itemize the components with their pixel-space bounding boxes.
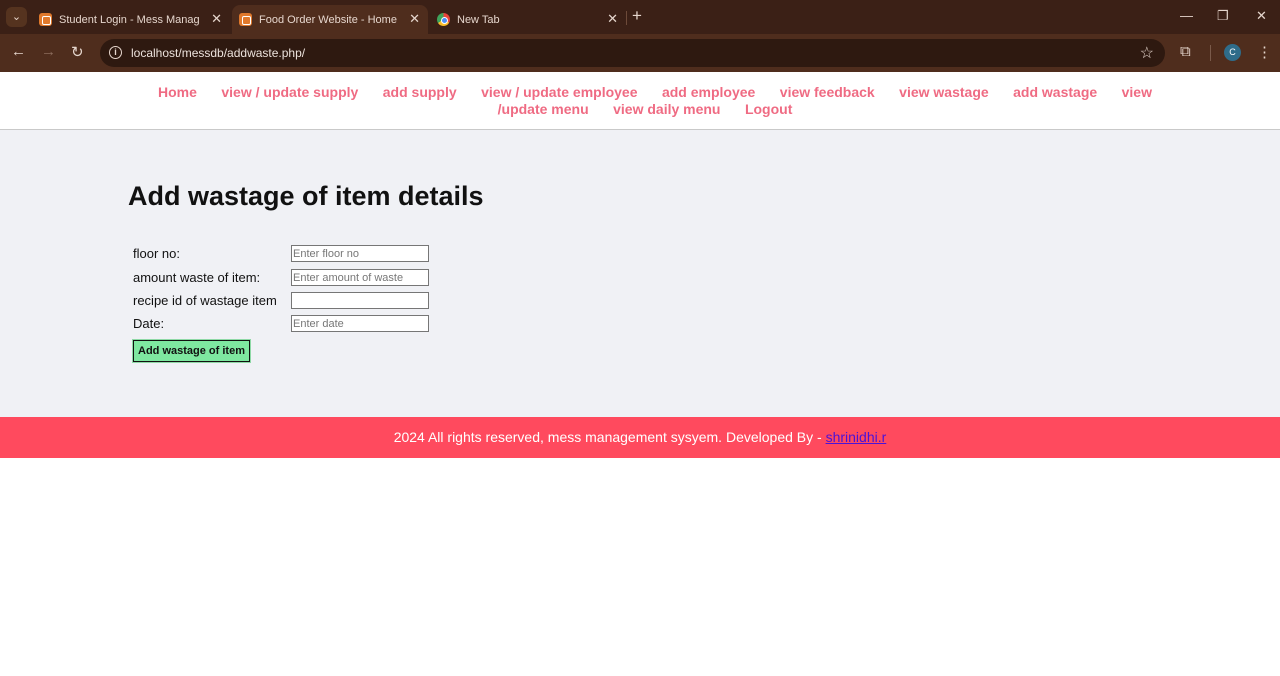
amount-waste-label: amount waste of item: xyxy=(133,270,261,285)
site-info-icon[interactable]: i xyxy=(109,46,122,59)
page-title: Add wastage of item details xyxy=(128,181,484,211)
floor-no-label: floor no: xyxy=(133,246,180,261)
new-tab-icon[interactable]: + xyxy=(632,6,642,26)
site-navbar: Home view / update supply add supply vie… xyxy=(0,73,1280,130)
footer: 2024 All rights reserved, mess managemen… xyxy=(0,417,1280,458)
nav-links: Home view / update supply add supply vie… xyxy=(130,84,1170,118)
address-bar[interactable]: i localhost/messdb/addwaste.php/ ☆ xyxy=(100,39,1165,67)
url-text[interactable]: localhost/messdb/addwaste.php/ xyxy=(131,46,305,60)
profile-avatar[interactable]: C xyxy=(1224,44,1241,61)
nav-add-supply[interactable]: add supply xyxy=(383,84,457,100)
forward-icon[interactable]: → xyxy=(41,43,56,60)
close-icon[interactable]: ✕ xyxy=(607,11,618,27)
nav-view-daily-menu[interactable]: view daily menu xyxy=(613,101,720,117)
back-icon[interactable]: ← xyxy=(11,43,26,60)
chevron-down-icon: ⌄ xyxy=(11,11,22,23)
nav-view-feedback[interactable]: view feedback xyxy=(780,84,875,100)
browser-tab-bar: ⌄ Student Login - Mess Managem ✕ Food Or… xyxy=(0,0,1280,34)
add-wastage-submit-button[interactable]: Add wastage of item xyxy=(132,339,251,363)
toolbar-divider xyxy=(1210,45,1211,61)
nav-home[interactable]: Home xyxy=(158,84,197,100)
floor-no-input[interactable] xyxy=(291,245,429,262)
close-icon[interactable]: ✕ xyxy=(409,11,420,27)
nav-logout[interactable]: Logout xyxy=(745,101,792,117)
reload-icon[interactable]: ↻ xyxy=(71,43,84,61)
browser-toolbar: ← → ↻ i localhost/messdb/addwaste.php/ ☆… xyxy=(0,34,1280,72)
bookmark-star-icon[interactable]: ☆ xyxy=(1140,43,1154,63)
date-input[interactable] xyxy=(291,315,429,332)
nav-add-employee[interactable]: add employee xyxy=(662,84,755,100)
recipe-id-label: recipe id of wastage item xyxy=(133,293,277,308)
tab-search-button[interactable]: ⌄ xyxy=(6,7,27,27)
minimize-icon[interactable]: — xyxy=(1180,8,1193,23)
tab-title: Student Login - Mess Managem xyxy=(59,13,199,26)
nav-add-wastage[interactable]: add wastage xyxy=(1013,84,1097,100)
browser-tab-1[interactable]: Student Login - Mess Managem ✕ xyxy=(32,5,230,34)
nav-view-wastage[interactable]: view wastage xyxy=(899,84,989,100)
tab-separator xyxy=(626,11,627,25)
amount-waste-input[interactable] xyxy=(291,269,429,286)
browser-tab-2[interactable]: Food Order Website - Home Pa ✕ xyxy=(232,5,428,34)
tab-title: Food Order Website - Home Pa xyxy=(259,13,399,26)
nav-view-update-employee[interactable]: view / update employee xyxy=(481,84,637,100)
xampp-icon xyxy=(239,13,252,26)
window-close-icon[interactable]: ✕ xyxy=(1256,8,1267,24)
chrome-icon xyxy=(437,13,450,26)
browser-tab-3[interactable]: New Tab ✕ xyxy=(430,5,626,34)
main-content: Add wastage of item details floor no: am… xyxy=(0,130,1280,417)
nav-view-update-supply[interactable]: view / update supply xyxy=(221,84,358,100)
more-menu-icon[interactable]: ⋮ xyxy=(1257,43,1272,61)
extensions-icon[interactable]: ⧉ xyxy=(1180,43,1191,60)
tab-title: New Tab xyxy=(457,13,500,26)
recipe-id-input[interactable] xyxy=(291,292,429,309)
close-icon[interactable]: ✕ xyxy=(211,11,222,27)
restore-icon[interactable]: ❐ xyxy=(1217,8,1229,24)
date-label: Date: xyxy=(133,316,165,331)
xampp-icon xyxy=(39,13,52,26)
developer-link[interactable]: shrinidhi.r xyxy=(826,429,887,445)
footer-text: 2024 All rights reserved, mess managemen… xyxy=(393,429,826,445)
